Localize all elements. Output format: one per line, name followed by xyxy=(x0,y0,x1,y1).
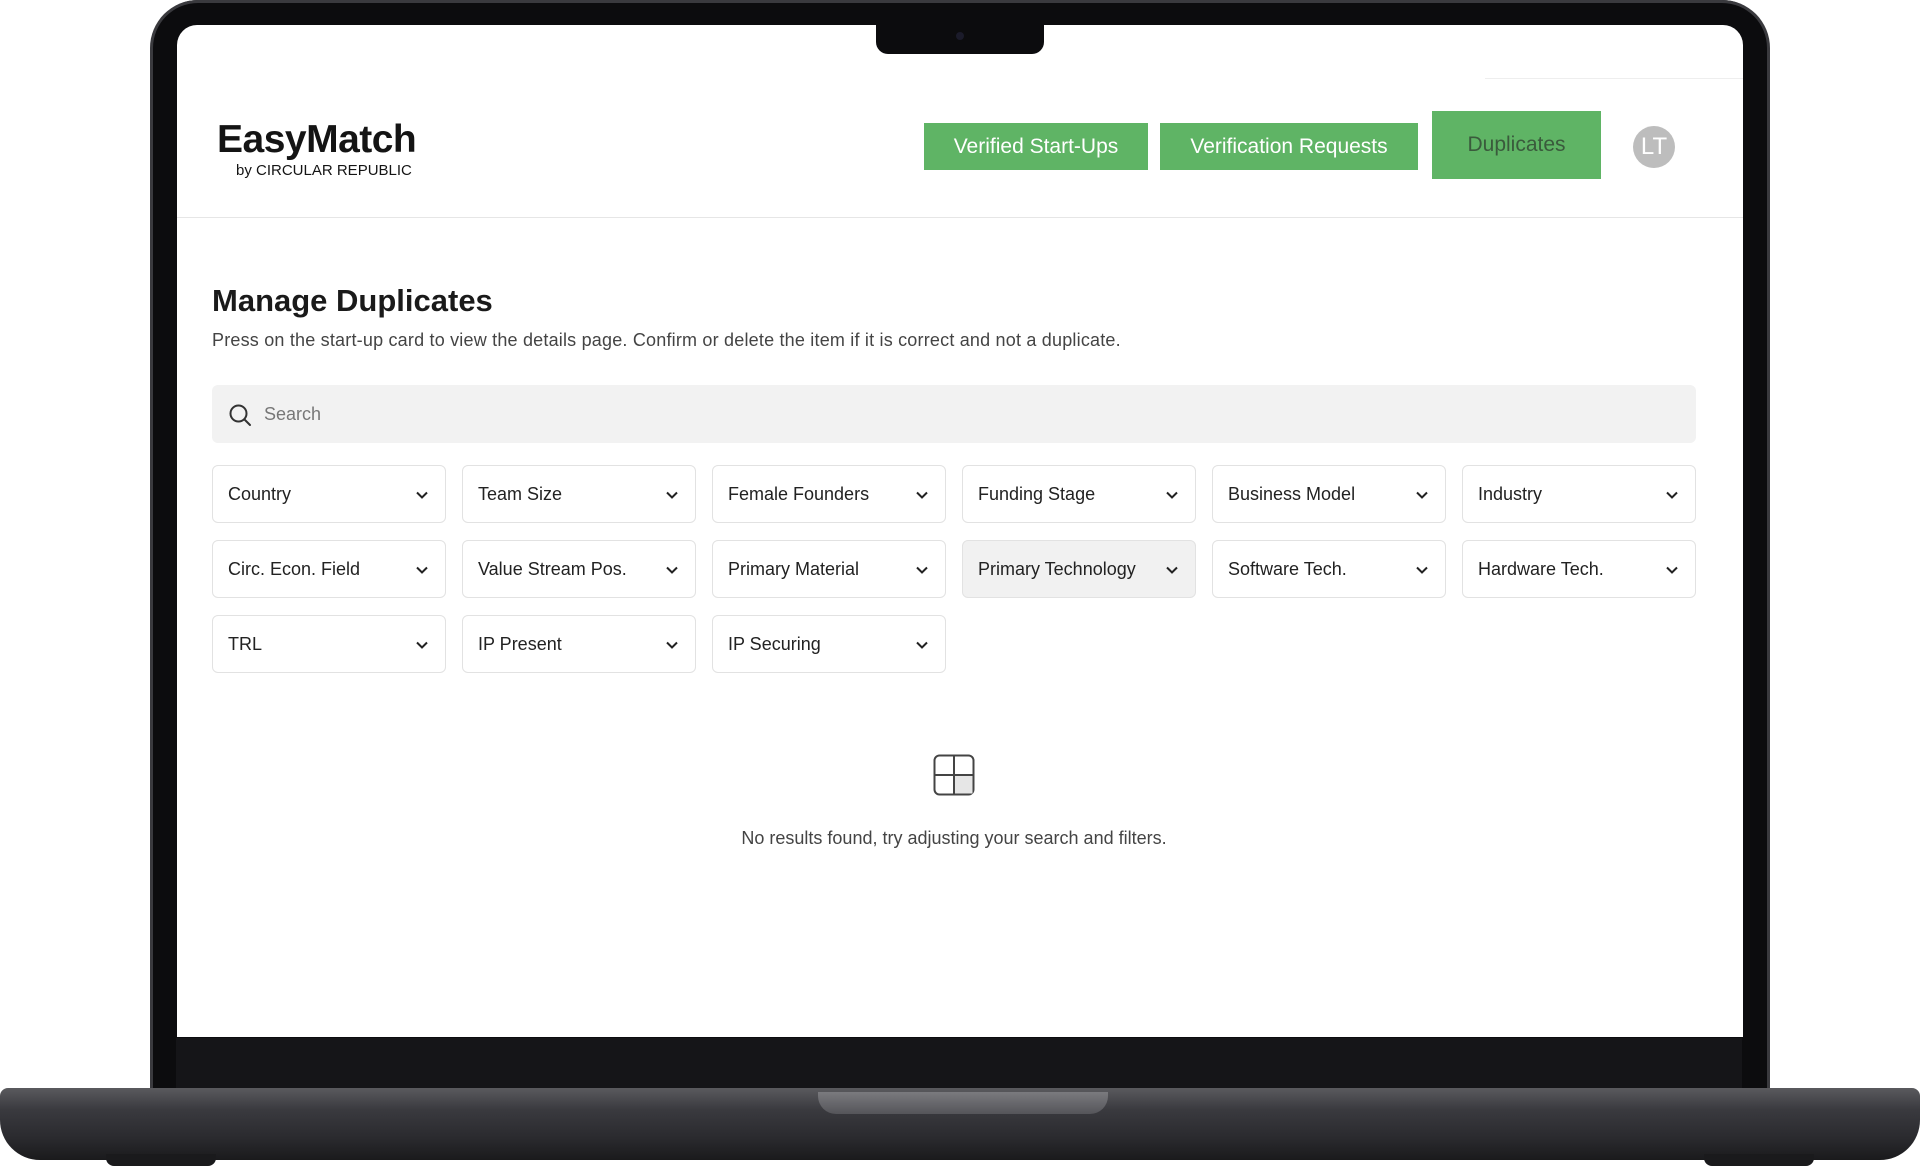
filter-ip-securing[interactable]: IP Securing xyxy=(712,615,946,673)
filter-label: Software Tech. xyxy=(1228,558,1347,579)
filter-industry[interactable]: Industry xyxy=(1462,465,1696,523)
filter-country[interactable]: Country xyxy=(212,465,446,523)
filter-label: Hardware Tech. xyxy=(1478,558,1604,579)
chevron-down-icon xyxy=(1416,566,1428,574)
filter-label: Funding Stage xyxy=(978,483,1096,504)
chevron-down-icon xyxy=(416,491,428,499)
filter-label: Value Stream Pos. xyxy=(478,558,627,579)
empty-state-message: No results found, try adjusting your sea… xyxy=(741,828,1167,848)
filter-label: IP Securing xyxy=(728,633,821,654)
filter-primary-material[interactable]: Primary Material xyxy=(712,540,946,598)
duplicates-button[interactable]: Duplicates xyxy=(1432,111,1601,179)
laptop-notch xyxy=(876,24,1044,54)
chevron-down-icon xyxy=(666,491,678,499)
chevron-down-icon xyxy=(1416,491,1428,499)
search-input[interactable] xyxy=(264,385,1664,443)
filter-label: Primary Technology xyxy=(978,558,1136,579)
filter-business-model[interactable]: Business Model xyxy=(1212,465,1446,523)
filter-label: Country xyxy=(228,483,292,504)
page-title: Manage Duplicates xyxy=(212,283,493,318)
page-description: Press on the start-up card to view the d… xyxy=(212,330,1121,350)
filter-software-tech[interactable]: Software Tech. xyxy=(1212,540,1446,598)
verification-requests-button[interactable]: Verification Requests xyxy=(1160,123,1418,170)
chevron-down-icon xyxy=(666,566,678,574)
filter-label: Team Size xyxy=(478,483,563,504)
filter-trl[interactable]: TRL xyxy=(212,615,446,673)
chevron-down-icon xyxy=(416,566,428,574)
filter-ip-present[interactable]: IP Present xyxy=(462,615,696,673)
camera-icon xyxy=(956,32,964,40)
chevron-down-icon xyxy=(916,566,928,574)
laptop-foot-left xyxy=(106,1154,216,1166)
filter-label: IP Present xyxy=(478,633,562,654)
laptop-groove xyxy=(818,1092,1108,1114)
laptop-foot-right xyxy=(1704,1154,1814,1166)
brand-logo[interactable]: EasyMatch xyxy=(217,118,417,162)
grid-icon xyxy=(933,754,975,796)
verified-startups-button[interactable]: Verified Start-Ups xyxy=(924,123,1148,170)
filter-label: Female Founders xyxy=(728,483,870,504)
filter-label: Primary Material xyxy=(728,558,860,579)
filter-label: Circ. Econ. Field xyxy=(228,558,361,579)
filter-hardware-tech[interactable]: Hardware Tech. xyxy=(1462,540,1696,598)
chevron-down-icon xyxy=(666,641,678,649)
header-divider xyxy=(1485,78,1743,79)
chevron-down-icon xyxy=(1166,566,1178,574)
laptop-chin xyxy=(176,1038,1742,1088)
chevron-down-icon xyxy=(1666,566,1678,574)
app-screen: EasyMatch by CIRCULAR REPUBLIC Verified … xyxy=(177,25,1743,1037)
filter-circ-econ-field[interactable]: Circ. Econ. Field xyxy=(212,540,446,598)
filter-primary-technology[interactable]: Primary Technology xyxy=(962,540,1196,598)
chevron-down-icon xyxy=(1666,491,1678,499)
brand-tagline: by CIRCULAR REPUBLIC xyxy=(236,162,412,179)
filter-label: Industry xyxy=(1478,483,1543,504)
filter-team-size[interactable]: Team Size xyxy=(462,465,696,523)
filter-label: Business Model xyxy=(1228,483,1356,504)
search-bar[interactable] xyxy=(212,385,1696,443)
filter-label: TRL xyxy=(228,633,263,654)
chevron-down-icon xyxy=(416,641,428,649)
filter-funding-stage[interactable]: Funding Stage xyxy=(962,465,1196,523)
search-icon xyxy=(229,404,251,426)
chevron-down-icon xyxy=(1166,491,1178,499)
filter-value-stream-pos[interactable]: Value Stream Pos. xyxy=(462,540,696,598)
chevron-down-icon xyxy=(916,491,928,499)
user-avatar[interactable]: LT xyxy=(1633,126,1675,168)
chevron-down-icon xyxy=(916,641,928,649)
filter-female-founders[interactable]: Female Founders xyxy=(712,465,946,523)
